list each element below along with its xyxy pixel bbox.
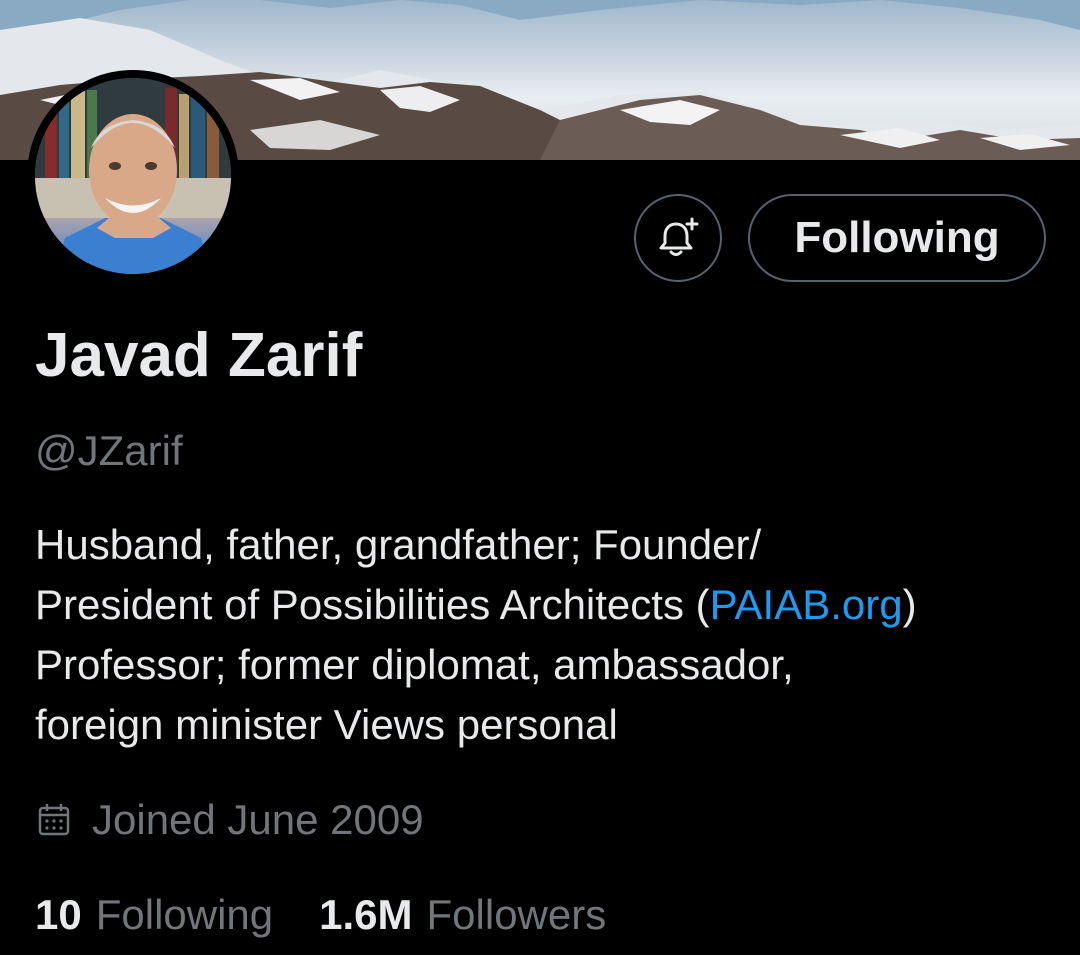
- avatar-photo: [35, 78, 231, 274]
- bio-line: President of Possibilities Architects (P…: [35, 575, 1065, 635]
- bio-line: foreign minister Views personal: [35, 701, 618, 748]
- user-handle: @JZarif: [35, 427, 183, 474]
- bell-plus-icon: [659, 217, 699, 256]
- bio-line-text: President of Possibilities Architects (: [35, 581, 710, 628]
- bio-website-link[interactable]: PAIAB.org: [710, 581, 903, 628]
- bio-line-text: ): [902, 581, 917, 628]
- following-count: 10: [35, 891, 82, 938]
- following-label: Following: [95, 891, 274, 938]
- followers-count-link[interactable]: 1.6M Followers: [319, 891, 606, 939]
- notifications-bell-button[interactable]: [634, 194, 722, 282]
- bio-line: Husband, father, grandfather; Founder/: [35, 521, 762, 568]
- followers-count: 1.6M: [319, 891, 413, 938]
- profile-stats: 10 Following 1.6M Followers: [35, 885, 606, 945]
- following-count-link[interactable]: 10 Following: [35, 891, 273, 939]
- profile-bio: Husband, father, grandfather; Founder/ P…: [35, 515, 1065, 755]
- display-name: Javad Zarif: [35, 321, 363, 390]
- joined-text: Joined June 2009: [92, 796, 424, 843]
- bio-line: Professor; former diplomat, ambassador,: [35, 641, 794, 688]
- following-button[interactable]: Following: [748, 194, 1046, 282]
- joined-date: Joined June 2009: [36, 790, 424, 850]
- followers-label: Followers: [426, 891, 607, 938]
- profile-avatar[interactable]: [27, 70, 239, 282]
- calendar-icon: [38, 804, 70, 836]
